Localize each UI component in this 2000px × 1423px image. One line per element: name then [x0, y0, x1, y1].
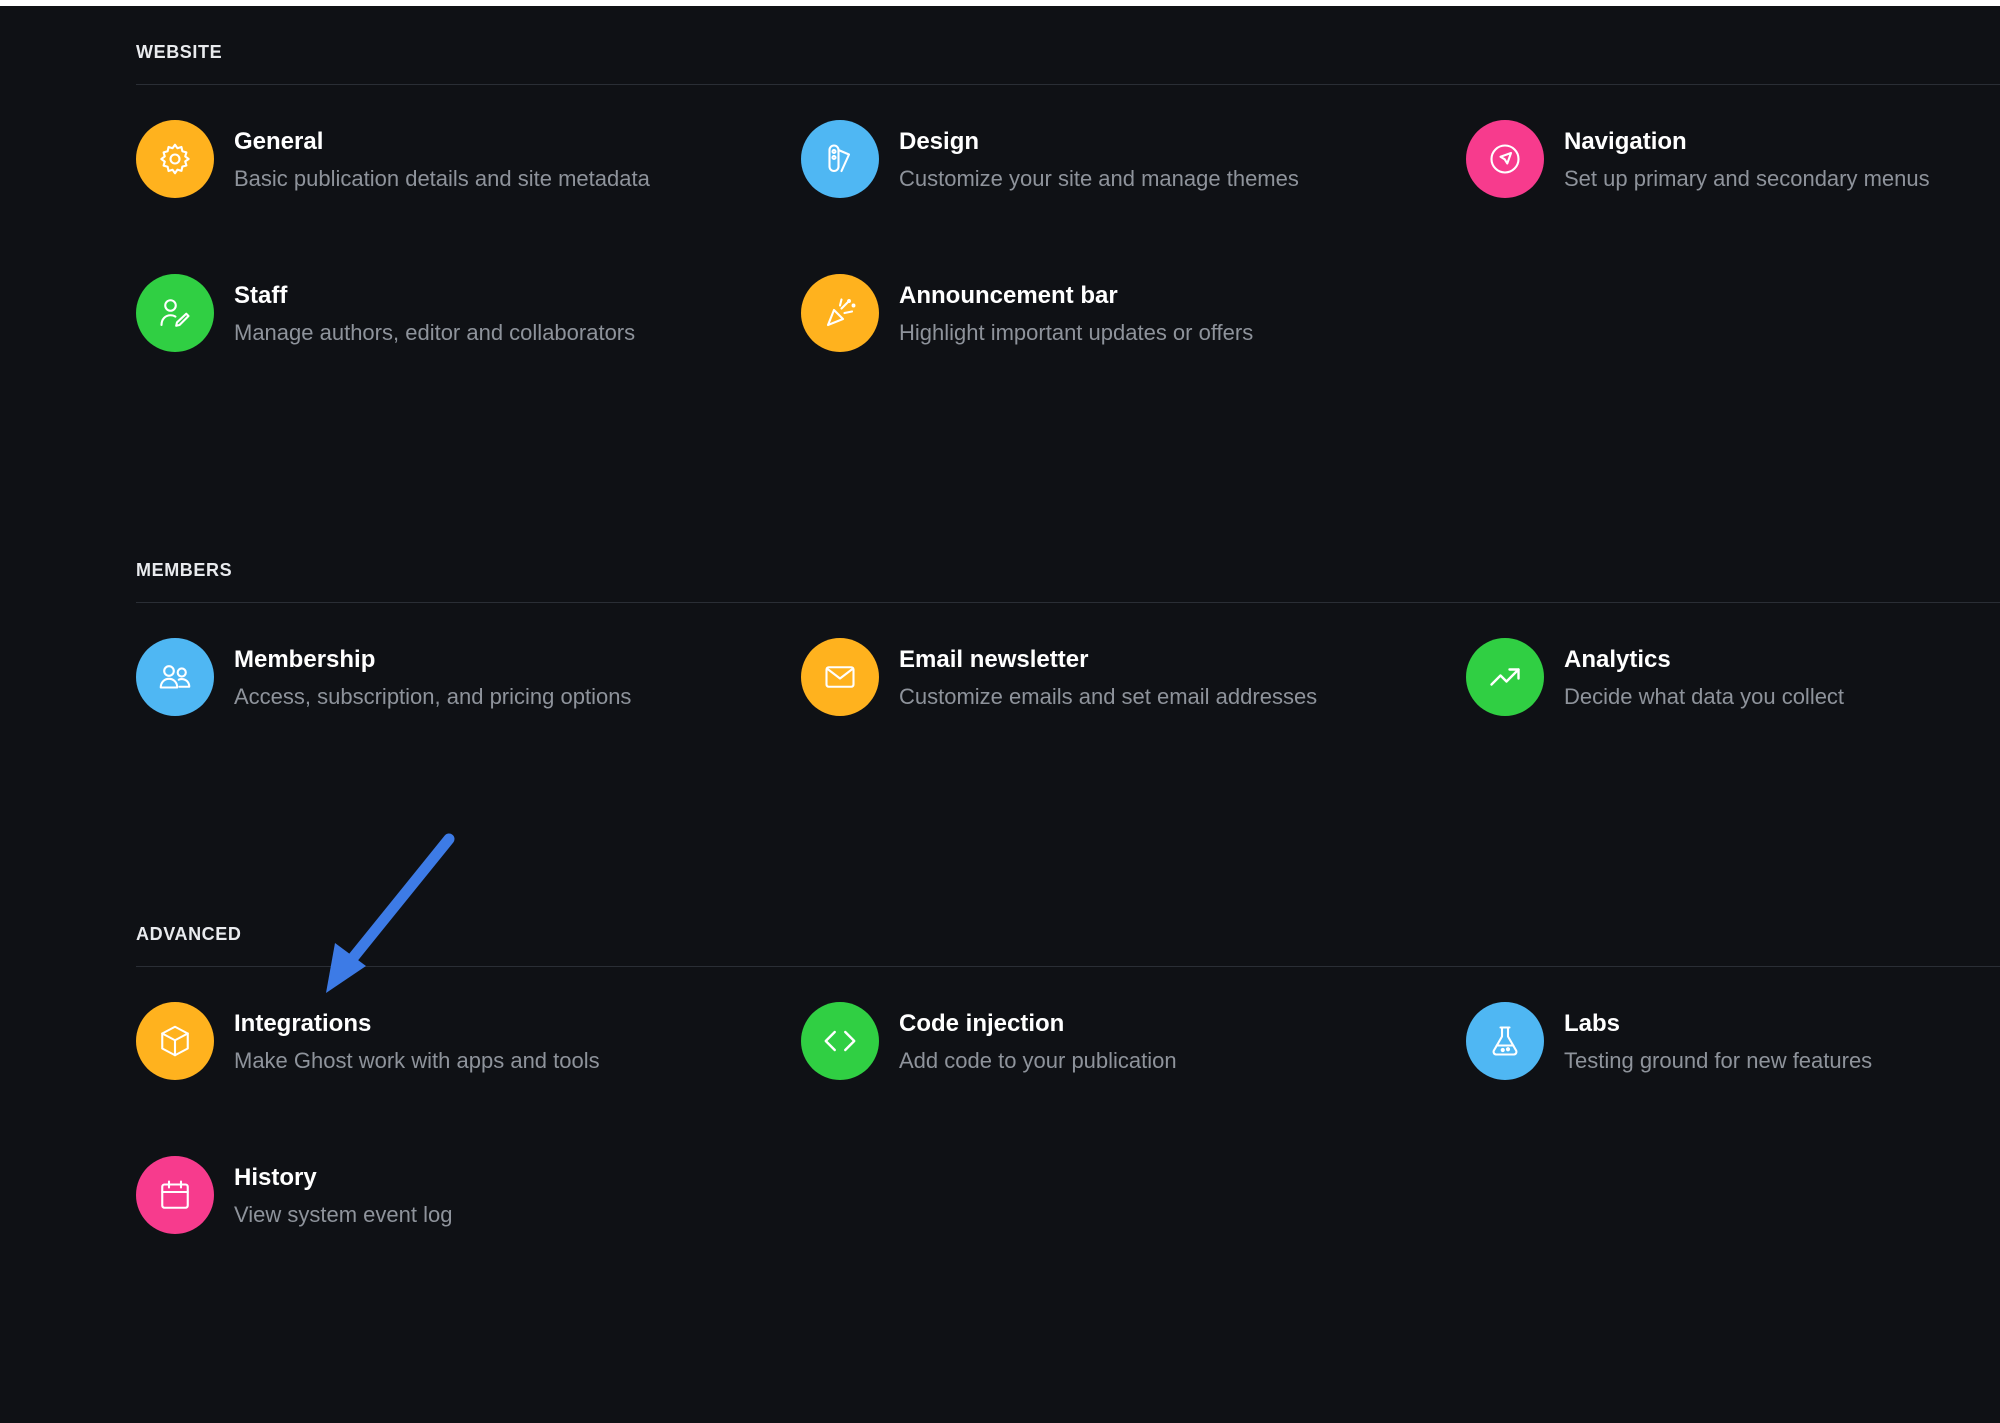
top-bar — [0, 0, 2000, 6]
item-title: Labs — [1564, 1010, 1621, 1037]
settings-item-history[interactable]: History View system event log — [136, 1156, 452, 1234]
settings-item-email-newsletter[interactable]: Email newsletter Customize emails and se… — [801, 638, 1317, 716]
item-title: Integrations — [234, 1010, 372, 1037]
party-popper-icon — [801, 274, 879, 352]
envelope-icon — [801, 638, 879, 716]
section-title-website: WEBSITE — [136, 42, 223, 62]
item-title: Analytics — [1564, 646, 1671, 673]
item-description: Testing ground for new features — [1564, 1048, 1873, 1073]
item-title: Announcement bar — [899, 282, 1118, 309]
section-website: WEBSITE General Basic publication detail… — [136, 40, 2000, 352]
settings-item-integrations[interactable]: Integrations Make Ghost work with apps a… — [136, 1002, 600, 1080]
item-title: Navigation — [1564, 128, 1687, 155]
gear-icon — [136, 120, 214, 198]
item-description: Customize your site and manage themes — [899, 166, 1299, 191]
section-advanced: ADVANCED Integrations Make Ghost work wi… — [136, 922, 2000, 1234]
user-edit-icon — [136, 274, 214, 352]
code-icon — [801, 1002, 879, 1080]
section-divider — [136, 602, 2000, 603]
section-title-advanced: ADVANCED — [136, 924, 242, 944]
brush-icon — [801, 120, 879, 198]
item-title: Design — [899, 128, 980, 155]
item-title: Email newsletter — [899, 646, 1089, 673]
item-description: Decide what data you collect — [1564, 684, 1845, 709]
settings-item-membership[interactable]: Membership Access, subscription, and pri… — [136, 638, 631, 716]
item-title: History — [234, 1164, 317, 1191]
item-title: Staff — [234, 282, 288, 309]
compass-icon — [1466, 120, 1544, 198]
item-description: Basic publication details and site metad… — [234, 166, 650, 191]
item-description: Highlight important updates or offers — [899, 320, 1254, 345]
item-description: Manage authors, editor and collaborators — [234, 320, 636, 345]
settings-item-staff[interactable]: Staff Manage authors, editor and collabo… — [136, 274, 635, 352]
item-description: Set up primary and secondary menus — [1564, 166, 1930, 191]
section-members: MEMBERS Membership Access, subscription,… — [136, 558, 2000, 716]
settings-item-code-injection[interactable]: Code injection Add code to your publicat… — [801, 1002, 1177, 1080]
item-description: Make Ghost work with apps and tools — [234, 1048, 600, 1073]
settings-item-general[interactable]: General Basic publication details and si… — [136, 120, 650, 198]
item-description: Access, subscription, and pricing option… — [234, 684, 632, 709]
settings-item-analytics[interactable]: Analytics Decide what data you collect — [1466, 638, 1844, 716]
settings-item-announcement-bar[interactable]: Announcement bar Highlight important upd… — [801, 274, 1253, 352]
flask-icon — [1466, 1002, 1544, 1080]
item-description: Add code to your publication — [899, 1048, 1177, 1073]
calendar-icon — [136, 1156, 214, 1234]
section-divider — [136, 84, 2000, 85]
item-title: Code injection — [899, 1010, 1065, 1037]
item-description: View system event log — [234, 1202, 453, 1227]
section-title-members: MEMBERS — [136, 560, 233, 580]
trend-up-icon — [1466, 638, 1544, 716]
settings-item-navigation[interactable]: Navigation Set up primary and secondary … — [1466, 120, 1930, 198]
settings-item-design[interactable]: Design Customize your site and manage th… — [801, 120, 1299, 198]
item-title: Membership — [234, 646, 376, 673]
box-icon — [136, 1002, 214, 1080]
users-icon — [136, 638, 214, 716]
item-title: General — [234, 128, 324, 155]
item-description: Customize emails and set email addresses — [899, 684, 1318, 709]
settings-item-labs[interactable]: Labs Testing ground for new features — [1466, 1002, 1872, 1080]
section-divider — [136, 966, 2000, 967]
